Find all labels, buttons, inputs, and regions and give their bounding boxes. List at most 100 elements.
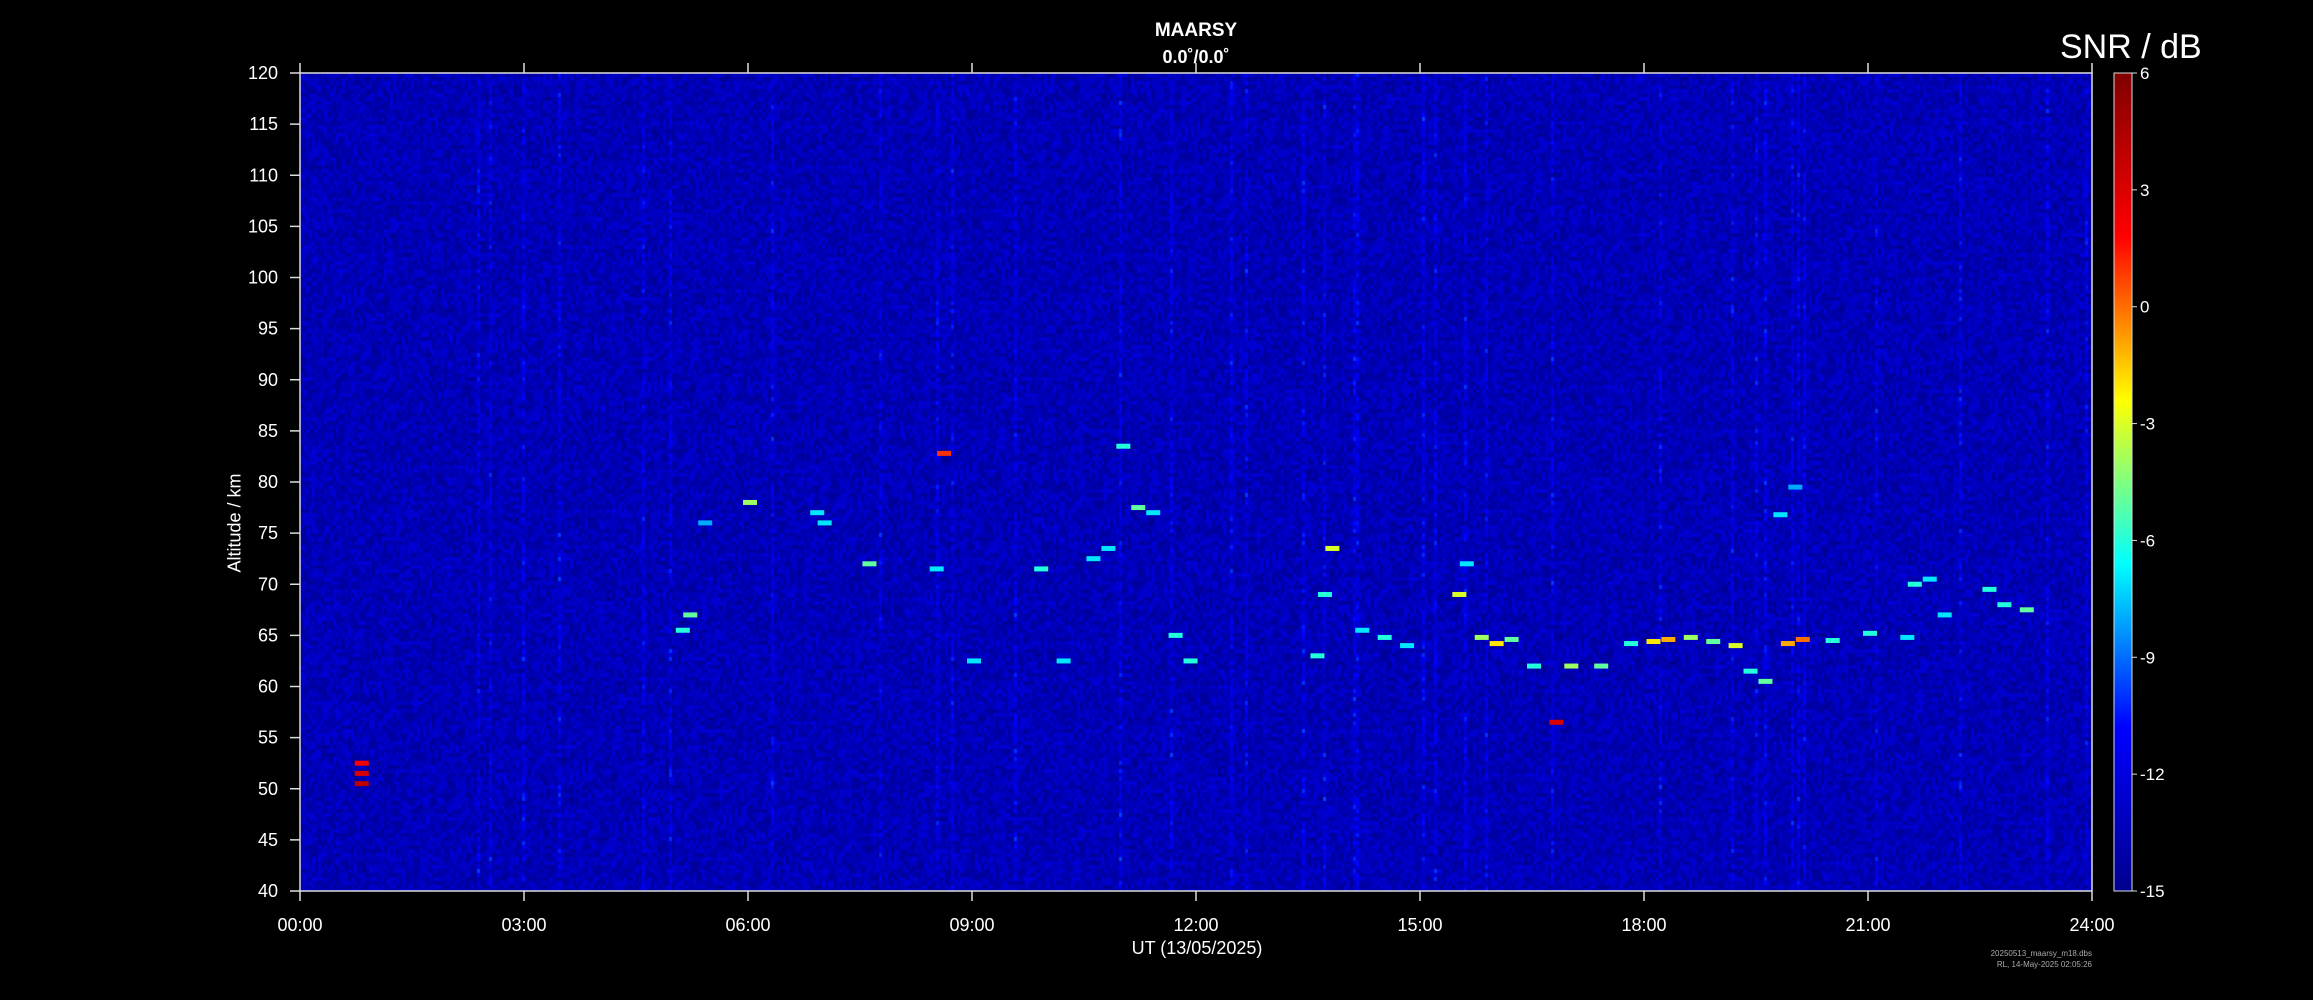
heatmap-field: [300, 73, 2092, 891]
footer-filename: 20250513_maarsy_m18.dbs: [1990, 949, 2092, 958]
echo-cell: [967, 658, 981, 664]
echo-cell: [1183, 658, 1198, 664]
colorbar: [2113, 72, 2133, 892]
y-tick-label: 110: [249, 165, 278, 185]
echo-cell: [1056, 658, 1071, 664]
y-axis: 404550556065707580859095100105110115120: [248, 63, 300, 901]
echo-cell: [1377, 634, 1392, 640]
echo-cell: [1474, 634, 1489, 640]
echo-cell: [1900, 634, 1915, 640]
echo-cell: [1728, 643, 1743, 649]
echo-cell: [1624, 641, 1639, 647]
x-tick-label: 21:00: [1845, 915, 1890, 935]
echo-cell: [354, 781, 369, 787]
y-tick-label: 45: [258, 830, 278, 850]
echo-cell: [1982, 586, 1997, 592]
echo-cell: [1780, 641, 1795, 647]
echo-cell: [1355, 627, 1370, 633]
y-tick-label: 85: [258, 421, 278, 441]
echo-cell: [1549, 719, 1564, 725]
chart-title: MAARSY: [1154, 20, 1238, 41]
y-tick-label: 60: [258, 677, 278, 697]
echo-cell: [810, 510, 825, 516]
echo-cell: [1168, 632, 1183, 638]
echo-cell: [1317, 591, 1332, 597]
echo-cell: [1937, 612, 1952, 618]
x-tick-label: 18:00: [1621, 915, 1666, 935]
y-tick-label: 50: [258, 779, 278, 799]
colorbar-tick-label: -15: [2140, 882, 2165, 901]
echo-cell: [1706, 639, 1721, 645]
echo-cell: [1310, 653, 1325, 659]
y-tick-label: 115: [249, 114, 278, 134]
colorbar-tick-label: 3: [2140, 181, 2149, 200]
y-axis-label: Altitude / km: [224, 473, 245, 573]
y-tick-label: 95: [258, 319, 278, 339]
echo-cell: [1564, 663, 1579, 669]
echo-cell: [683, 612, 698, 618]
echo-cell: [354, 770, 369, 776]
echo-cell: [2019, 607, 2034, 613]
y-tick-label: 75: [258, 523, 278, 543]
echo-cell: [1452, 591, 1467, 597]
colorbar-tick-label: -12: [2140, 765, 2165, 784]
echo-cell: [1325, 545, 1340, 551]
y-tick-label: 100: [248, 268, 278, 288]
echo-cell: [1788, 484, 1803, 490]
echo-cell: [698, 520, 713, 526]
heatmap-image: [300, 73, 2092, 891]
echo-cell: [354, 760, 369, 766]
echo-cell: [1489, 641, 1504, 647]
x-tick-label: 24:00: [2069, 915, 2114, 935]
echo-cell: [1907, 581, 1922, 587]
echo-cell: [1863, 630, 1877, 636]
echo-cell: [1116, 443, 1131, 449]
x-tick-label: 00:00: [277, 915, 322, 935]
echo-cell: [1922, 576, 1937, 582]
footer-timestamp: RL, 14-May-2025 02:05:26: [1996, 960, 2092, 969]
echo-cell: [1646, 639, 1661, 645]
colorbar-tick-label: -3: [2140, 415, 2155, 434]
echo-cell: [1683, 634, 1698, 640]
echo-cell: [1527, 663, 1541, 669]
colorbar-axis: 630-3-6-9-12-15: [2132, 64, 2165, 901]
echo-cell: [1034, 566, 1049, 572]
colorbar-tick-label: -6: [2140, 531, 2155, 550]
echo-cell: [817, 520, 832, 526]
echo-cell: [1146, 510, 1161, 516]
x-tick-label: 09:00: [949, 915, 994, 935]
echo-cell: [675, 627, 690, 633]
echo-cell: [1504, 636, 1519, 642]
echo-cell: [1997, 602, 2012, 608]
y-tick-label: 40: [258, 881, 278, 901]
x-tick-label: 06:00: [725, 915, 770, 935]
echo-cell: [1661, 636, 1676, 642]
colorbar-tick-label: -9: [2140, 648, 2155, 667]
colorbar-title: SNR / dB: [2060, 28, 2202, 66]
echo-cell: [1743, 668, 1758, 674]
chart-subtitle: 0.0˚/0.0˚: [1162, 47, 1230, 67]
echo-cell: [937, 450, 952, 456]
y-tick-label: 55: [258, 728, 278, 748]
echo-cell: [1459, 561, 1474, 567]
y-tick-label: 105: [248, 216, 278, 236]
echo-cell: [862, 561, 877, 567]
echo-cell: [1101, 545, 1116, 551]
echo-cell: [929, 566, 944, 572]
echo-cell: [743, 499, 757, 505]
y-tick-label: 80: [258, 472, 278, 492]
chart-svg: 00:00 03:00 06:00 09:00 12:00 15:00 18:00 21:00…: [248, 63, 2165, 935]
x-tick-label: 15:00: [1397, 915, 1442, 935]
echo-cell: [1773, 512, 1788, 518]
x-tick-label: 03:00: [501, 915, 546, 935]
y-tick-label: 70: [258, 574, 278, 594]
echo-cell: [1758, 678, 1773, 684]
echo-cell: [1594, 663, 1609, 669]
echo-cell: [1825, 637, 1840, 643]
echo-cell: [1400, 643, 1415, 649]
echo-cell: [1086, 556, 1101, 562]
x-tick-label: 12:00: [1173, 915, 1218, 935]
echo-cell: [1131, 505, 1146, 511]
echo-cell: [1795, 636, 1810, 642]
y-tick-label: 65: [258, 625, 278, 645]
